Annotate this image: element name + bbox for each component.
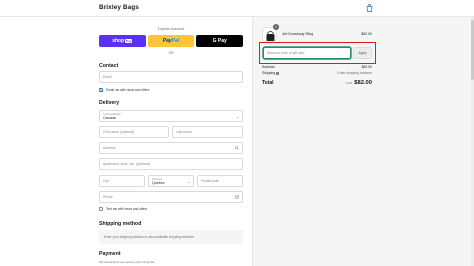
shop-pay-text: shop	[112, 38, 125, 44]
first-name-field[interactable]: First name (optional)	[99, 126, 169, 138]
province-value: Quebec	[152, 180, 165, 185]
info-icon[interactable]	[276, 71, 280, 75]
store-logo[interactable]: Brixley Bags	[99, 4, 139, 11]
quantity-badge: 1	[273, 24, 279, 30]
help-circle-icon[interactable]: ?	[235, 195, 239, 199]
discount-code-input[interactable]: Discount code or gift card	[263, 47, 351, 59]
top-header: Brixley Bags	[0, 0, 474, 17]
address-placeholder: Address	[103, 146, 116, 150]
email-news-label: Email me with news and offers	[106, 88, 150, 92]
subtotal-label: Subtotal	[262, 65, 275, 69]
email-news-option[interactable]: Email me with news and offers	[99, 88, 149, 92]
subtotal-row: Subtotal $82.00	[262, 65, 372, 69]
text-news-checkbox[interactable]	[99, 207, 103, 211]
shipping-method-notice: Enter your shipping address to view avai…	[99, 230, 243, 244]
text-news-label: Text me with news and offers	[106, 207, 148, 211]
subtotal-value: $82.00	[361, 65, 372, 69]
last-name-field[interactable]: Last name	[172, 126, 243, 138]
postal-code-placeholder: Postal code	[201, 179, 219, 183]
country-select[interactable]: Country/Region Canada ⌄	[99, 110, 243, 122]
address-field[interactable]: Address	[99, 142, 243, 154]
total-value: $82.00	[354, 80, 372, 86]
paypal-pay-text: Pay	[162, 38, 172, 44]
shopping-bag-icon[interactable]	[366, 4, 373, 12]
product-name: Jet Crossbody Sling	[282, 32, 314, 36]
country-value: Canada	[103, 115, 116, 120]
chevron-down-icon: ⌄	[187, 180, 190, 184]
city-field[interactable]: City	[99, 175, 145, 187]
apply-discount-button[interactable]: Apply	[353, 47, 372, 59]
shipping-method-note: Enter your shipping address to view avai…	[104, 235, 195, 239]
last-name-placeholder: Last name	[176, 130, 192, 134]
phone-placeholder: Phone	[103, 195, 113, 199]
paypal-button[interactable]: Pay Pal	[147, 35, 195, 47]
total-currency: CAD	[345, 81, 353, 85]
email-news-checkbox[interactable]	[99, 88, 103, 92]
apply-button-label: Apply	[358, 51, 367, 55]
shop-pay-badge: Pay	[125, 39, 133, 43]
google-pay-button[interactable]: G Pay	[196, 35, 244, 47]
chevron-down-icon: ⌄	[236, 115, 239, 119]
shipping-row: Shipping Enter shipping address	[262, 71, 372, 75]
email-placeholder: Email	[103, 75, 112, 79]
first-name-placeholder: First name (optional)	[103, 130, 135, 134]
email-field[interactable]: Email	[99, 71, 243, 83]
product-bag-image	[266, 31, 275, 41]
text-news-option[interactable]: Text me with news and offers	[99, 207, 147, 211]
payment-heading: Payment	[99, 251, 121, 257]
shop-pay-button[interactable]: shop Pay	[99, 35, 146, 47]
total-label: Total	[262, 80, 274, 86]
product-price: $82.00	[361, 32, 372, 36]
or-divider: OR	[168, 51, 174, 55]
discount-code-placeholder: Discount code or gift card	[267, 51, 305, 55]
apartment-placeholder: Apartment, suite, etc. (optional)	[103, 162, 151, 166]
shipping-value: Enter shipping address	[337, 71, 372, 75]
city-placeholder: City	[103, 179, 109, 183]
search-icon	[235, 146, 239, 150]
express-checkout-buttons: shop Pay Pay Pal G Pay	[99, 35, 244, 47]
express-checkout-label: Express checkout	[157, 27, 185, 31]
province-select[interactable]: Province Quebec ⌄	[148, 175, 194, 187]
payment-note: All transactions are secure and encrypte…	[99, 260, 156, 264]
postal-code-field[interactable]: Postal code	[197, 175, 243, 187]
google-pay-text: G Pay	[212, 38, 227, 44]
paypal-pal-text: Pal	[171, 38, 180, 44]
apartment-field[interactable]: Apartment, suite, etc. (optional)	[99, 158, 243, 170]
shipping-label: Shipping	[262, 71, 276, 75]
total-row: Total CAD $82.00	[262, 80, 372, 86]
phone-field[interactable]: Phone ?	[99, 191, 243, 203]
contact-heading: Contact	[99, 63, 119, 69]
delivery-heading: Delivery	[99, 100, 120, 106]
shipping-method-heading: Shipping method	[99, 221, 142, 227]
